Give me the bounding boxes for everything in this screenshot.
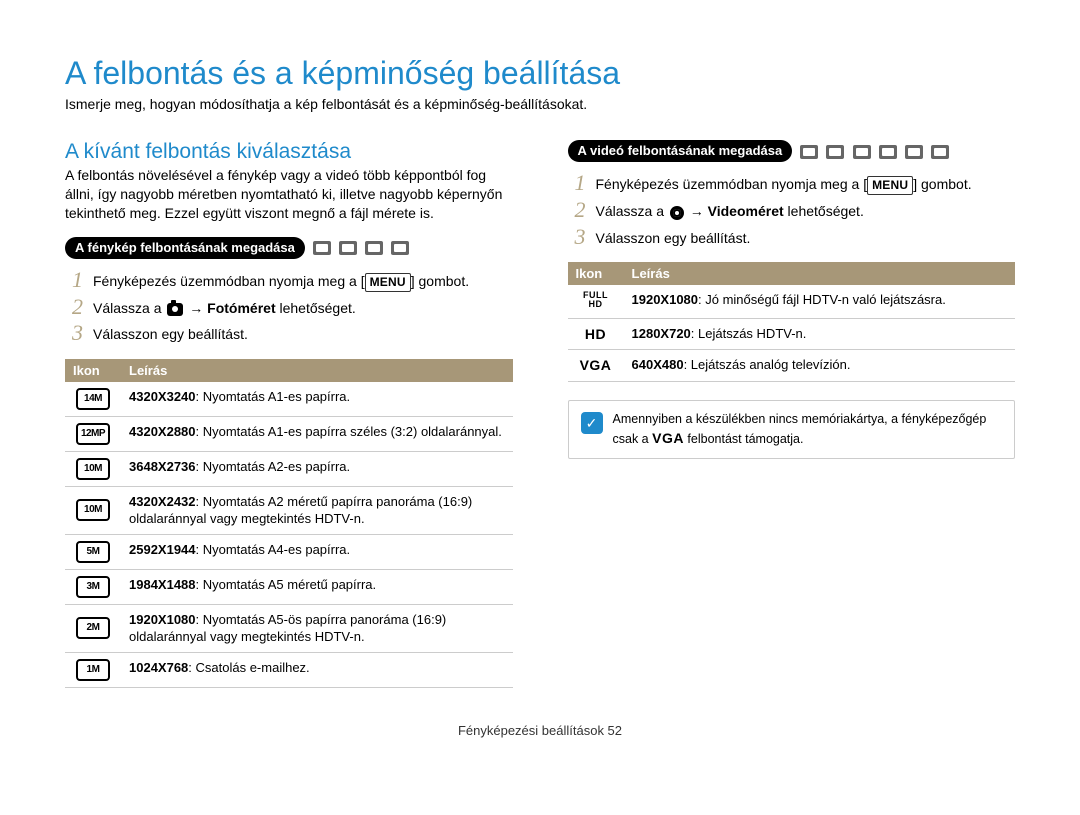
th-icon: Ikon: [65, 359, 121, 382]
photo-resolution-table: Ikon Leírás 14M 4320X3240: Nyomtatás A1-e…: [65, 359, 513, 688]
resolution-icon-cell: 10M: [65, 486, 121, 534]
table-row: 3M 1984X1488: Nyomtatás A5 méretű papírra…: [65, 569, 513, 604]
resolution-icon-cell: 1M: [65, 652, 121, 687]
camera-icon: [167, 303, 183, 316]
resolution-icon-cell: 2M: [65, 604, 121, 652]
step-num: 3: [568, 226, 586, 248]
resolution-desc: 640X480: Lejátszás analóg televízión.: [624, 350, 1016, 382]
right-column: A videó felbontásának megadása 1 Fénykép…: [568, 140, 1016, 688]
table-row: VGA 640X480: Lejátszás analóg televízión.: [568, 350, 1016, 382]
note-box: Amennyiben a készülékben nincs memóriaká…: [568, 400, 1016, 459]
pill-photo-resolution: A fénykép felbontásának megadása: [65, 237, 305, 259]
resolution-icon-cell: 12MP: [65, 416, 121, 451]
resolution-icon: 10M: [76, 458, 110, 480]
resolution-desc: 1920X1080: Nyomtatás A5-ös papírra panor…: [121, 604, 513, 652]
check-icon: [581, 412, 603, 434]
step-text: Válasszon egy beállítást.: [93, 322, 248, 344]
video-resolution-table: Ikon Leírás FULLHD 1920X1080: Jó minőségű…: [568, 262, 1016, 382]
table-row: 10M 3648X2736: Nyomtatás A2-es papírra.: [65, 451, 513, 486]
mode-icon: [365, 241, 383, 255]
mode-icon: [339, 241, 357, 255]
vga-label: VGA: [652, 429, 684, 449]
mode-icons-video: [800, 143, 951, 160]
th-desc: Leírás: [121, 359, 513, 382]
table-row: 2M 1920X1080: Nyomtatás A5-ös papírra pan…: [65, 604, 513, 652]
step-num: 2: [65, 296, 83, 318]
step-text: Fényképezés üzemmódban nyomja meg a [MEN…: [93, 269, 469, 292]
step-num: 2: [568, 199, 586, 221]
left-column: A kívánt felbontás kiválasztása A felbon…: [65, 140, 513, 688]
table-row: 14M 4320X3240: Nyomtatás A1-es papírra.: [65, 382, 513, 417]
menu-key: MENU: [365, 273, 411, 292]
mode-icon: [931, 145, 949, 159]
mode-icon: [800, 145, 818, 159]
resolution-desc: 4320X2432: Nyomtatás A2 méretű papírra p…: [121, 486, 513, 534]
mode-icon: [879, 145, 897, 159]
menu-key: MENU: [867, 176, 913, 195]
mode-icon: [853, 145, 871, 159]
page-intro: Ismerje meg, hogyan módosíthatja a kép f…: [65, 96, 1015, 112]
resolution-icon: 12MP: [76, 423, 110, 445]
th-desc: Leírás: [624, 262, 1016, 285]
mode-icon: [826, 145, 844, 159]
resolution-icon: HD: [585, 325, 606, 344]
resolution-icon: VGA: [580, 356, 612, 375]
mode-icon: [905, 145, 923, 159]
note-text: Amennyiben a készülékben nincs memóriaká…: [613, 411, 1003, 448]
resolution-desc: 4320X2880: Nyomtatás A1-es papírra széle…: [121, 416, 513, 451]
table-row: HD 1280X720: Lejátszás HDTV-n.: [568, 318, 1016, 350]
table-row: 10M 4320X2432: Nyomtatás A2 méretű papírr…: [65, 486, 513, 534]
step-num: 1: [65, 269, 83, 291]
section-body: A felbontás növelésével a fénykép vagy a…: [65, 166, 513, 223]
resolution-icon-cell: 3M: [65, 569, 121, 604]
resolution-icon: 2M: [76, 617, 110, 639]
resolution-desc: 1280X720: Lejátszás HDTV-n.: [624, 318, 1016, 350]
step-num: 1: [568, 172, 586, 194]
resolution-icon: 1M: [76, 659, 110, 681]
resolution-desc: 1984X1488: Nyomtatás A5 méretű papírra.: [121, 569, 513, 604]
resolution-icon: FULLHD: [583, 291, 608, 309]
step-text: Fényképezés üzemmódban nyomja meg a [MEN…: [596, 172, 972, 195]
step-text: Válasszon egy beállítást.: [596, 226, 751, 248]
resolution-icon-cell: FULLHD: [568, 285, 624, 318]
resolution-icon: 14M: [76, 388, 110, 410]
section-title-resolution: A kívánt felbontás kiválasztása: [65, 140, 513, 164]
th-icon: Ikon: [568, 262, 624, 285]
resolution-icon-cell: 14M: [65, 382, 121, 417]
video-steps: 1 Fényképezés üzemmódban nyomja meg a [M…: [568, 172, 1016, 248]
resolution-icon-cell: 5M: [65, 534, 121, 569]
page-footer: Fényképezési beállítások 52: [65, 723, 1015, 738]
resolution-icon: 10M: [76, 499, 110, 521]
table-row: 5M 2592X1944: Nyomtatás A4-es papírra.: [65, 534, 513, 569]
mode-icon: [313, 241, 331, 255]
resolution-icon: 3M: [76, 576, 110, 598]
step-text: Válassza a → Fotóméret lehetőséget.: [93, 296, 356, 318]
pill-video-resolution: A videó felbontásának megadása: [568, 140, 793, 162]
video-icon: [670, 206, 684, 220]
step-num: 3: [65, 322, 83, 344]
mode-icons-photo: [313, 239, 412, 256]
step-text: Válassza a → Videoméret lehetőséget.: [596, 199, 864, 221]
table-row: 12MP 4320X2880: Nyomtatás A1-es papírra s…: [65, 416, 513, 451]
photo-steps: 1 Fényképezés üzemmódban nyomja meg a [M…: [65, 269, 513, 345]
resolution-icon: 5M: [76, 541, 110, 563]
resolution-desc: 1024X768: Csatolás e-mailhez.: [121, 652, 513, 687]
resolution-icon-cell: HD: [568, 318, 624, 350]
table-row: FULLHD 1920X1080: Jó minőségű fájl HDTV-n…: [568, 285, 1016, 318]
resolution-icon-cell: 10M: [65, 451, 121, 486]
resolution-desc: 3648X2736: Nyomtatás A2-es papírra.: [121, 451, 513, 486]
resolution-desc: 1920X1080: Jó minőségű fájl HDTV-n való …: [624, 285, 1016, 318]
mode-icon: [391, 241, 409, 255]
resolution-icon-cell: VGA: [568, 350, 624, 382]
page-title: A felbontás és a képminőség beállítása: [65, 55, 1015, 92]
resolution-desc: 2592X1944: Nyomtatás A4-es papírra.: [121, 534, 513, 569]
table-row: 1M 1024X768: Csatolás e-mailhez.: [65, 652, 513, 687]
resolution-desc: 4320X3240: Nyomtatás A1-es papírra.: [121, 382, 513, 417]
